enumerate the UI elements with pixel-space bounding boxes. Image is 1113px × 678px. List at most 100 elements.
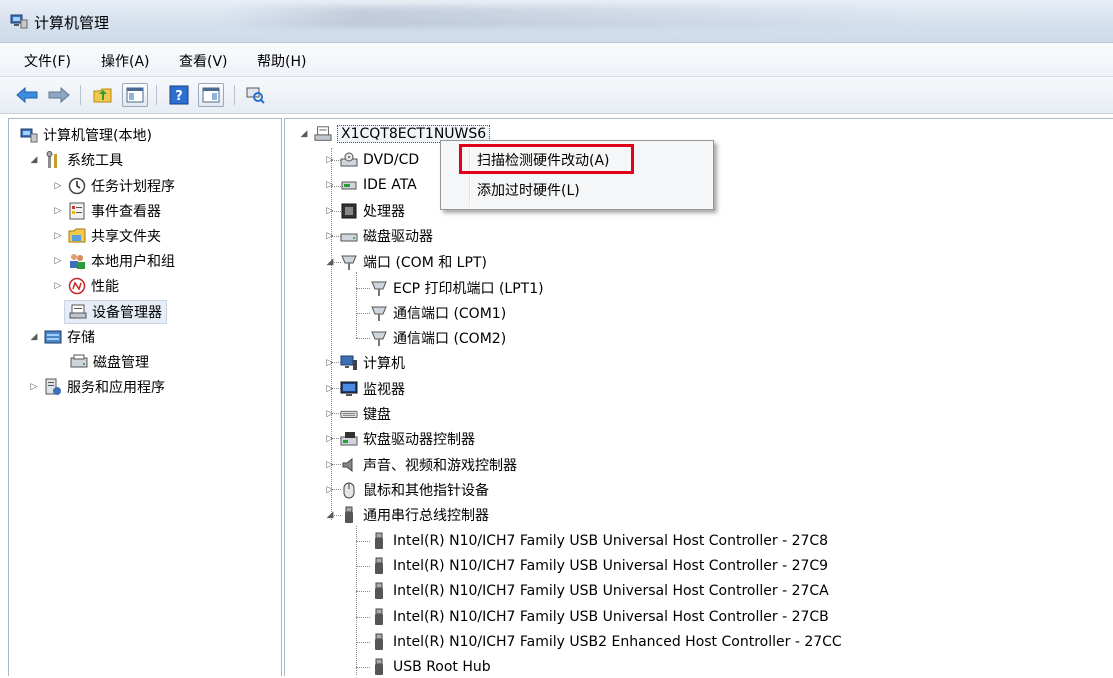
expand-arrow-icon[interactable]: ▷ [324, 408, 336, 420]
tree-item-disk-management[interactable]: 磁盘管理 [70, 351, 149, 373]
device-item-com2[interactable]: 通信端口 (COM2) [370, 327, 506, 349]
computer-icon [340, 354, 358, 372]
tree-item-computer-management[interactable]: 计算机管理(本地) [20, 124, 152, 146]
expand-arrow-icon[interactable]: ▷ [28, 381, 40, 393]
port-icon [340, 253, 358, 271]
tree-item-system-tools[interactable]: ◢ 系统工具 [28, 149, 123, 171]
show-hide-action-pane-icon[interactable] [198, 83, 224, 107]
tools-icon [44, 151, 62, 169]
device-category-computer[interactable]: ▷ 计算机 [324, 352, 405, 374]
device-category-sound[interactable]: ▷ 声音、视频和游戏控制器 [324, 454, 517, 476]
device-category-disk-drives[interactable]: ▷ 磁盘驱动器 [324, 225, 433, 247]
usb-icon [340, 506, 358, 524]
annotation-highlight-box [459, 144, 634, 174]
tree-item-services-apps[interactable]: ▷ 服务和应用程序 [28, 376, 165, 398]
collapse-arrow-icon[interactable]: ◢ [324, 256, 336, 268]
tree-item-performance[interactable]: ▷ 性能 [52, 275, 119, 297]
usb-icon [370, 582, 388, 600]
usb-controller-27c8[interactable]: Intel(R) N10/ICH7 Family USB Universal H… [370, 530, 828, 552]
computer-icon [314, 125, 332, 143]
expand-arrow-icon[interactable]: ▷ [324, 205, 336, 217]
shared-folder-icon [68, 227, 86, 245]
window-title: 计算机管理 [34, 14, 110, 32]
device-category-monitors[interactable]: ▷ 监视器 [324, 378, 405, 400]
tree-item-storage[interactable]: ◢ 存储 [28, 326, 95, 348]
usb-icon [370, 633, 388, 651]
expand-arrow-icon[interactable]: ▷ [52, 205, 64, 217]
usb-icon [370, 608, 388, 626]
keyboard-icon [340, 405, 358, 423]
menu-bar: 文件(F) 操作(A) 查看(V) 帮助(H) [0, 43, 1113, 77]
performance-icon [68, 277, 86, 295]
collapse-arrow-icon[interactable]: ◢ [28, 331, 40, 343]
expand-arrow-icon[interactable]: ▷ [52, 255, 64, 267]
services-icon [44, 378, 62, 396]
menu-view[interactable]: 查看(V) [179, 51, 228, 71]
menu-action[interactable]: 操作(A) [101, 51, 150, 71]
scan-hardware-icon[interactable] [242, 83, 268, 107]
monitor-icon [340, 380, 358, 398]
tree-item-device-manager[interactable]: 设备管理器 [64, 300, 167, 324]
collapse-arrow-icon[interactable]: ◢ [324, 509, 336, 521]
ide-controller-icon [340, 176, 358, 194]
storage-icon [44, 328, 62, 346]
usb-icon [370, 532, 388, 550]
speaker-icon [340, 456, 358, 474]
clock-icon [68, 177, 86, 195]
menu-help[interactable]: 帮助(H) [257, 51, 306, 71]
expand-arrow-icon[interactable]: ▷ [324, 433, 336, 445]
expand-arrow-icon[interactable]: ▷ [52, 180, 64, 192]
tree-item-local-users[interactable]: ▷ 本地用户和组 [52, 250, 175, 272]
toolbar: ? [0, 77, 1113, 114]
usb-controller-27ca[interactable]: Intel(R) N10/ICH7 Family USB Universal H… [370, 580, 829, 602]
tree-item-shared-folders[interactable]: ▷ 共享文件夹 [52, 225, 161, 247]
forward-arrow-icon[interactable] [46, 83, 72, 107]
expand-arrow-icon[interactable]: ▷ [52, 280, 64, 292]
usb-controller-27cc[interactable]: Intel(R) N10/ICH7 Family USB2 Enhanced H… [370, 631, 842, 653]
device-manager-icon [69, 303, 87, 321]
expand-arrow-icon[interactable]: ▷ [52, 230, 64, 242]
device-category-keyboard[interactable]: ▷ 键盘 [324, 403, 391, 425]
help-icon[interactable]: ? [166, 83, 192, 107]
expand-arrow-icon[interactable]: ▷ [324, 459, 336, 471]
up-folder-icon[interactable] [90, 83, 116, 107]
menu-file[interactable]: 文件(F) [24, 51, 71, 71]
expand-arrow-icon[interactable]: ▷ [324, 357, 336, 369]
device-category-floppy[interactable]: ▷ 软盘驱动器控制器 [324, 428, 475, 450]
device-category-dvd[interactable]: ▷ DVD/CD [324, 149, 420, 171]
title-bar: 计算机管理 [0, 0, 1113, 43]
expand-arrow-icon[interactable]: ▷ [324, 154, 336, 166]
device-category-mice[interactable]: ▷ 鼠标和其他指针设备 [324, 479, 489, 501]
device-category-ide[interactable]: ▷ IDE ATA [324, 174, 417, 196]
usb-controller-27cb[interactable]: Intel(R) N10/ICH7 Family USB Universal H… [370, 606, 829, 628]
event-log-icon [68, 202, 86, 220]
usb-icon [370, 658, 388, 676]
disk-drive-icon [340, 227, 358, 245]
tree-item-event-viewer[interactable]: ▷ 事件查看器 [52, 200, 161, 222]
port-icon [370, 304, 388, 322]
port-icon [370, 329, 388, 347]
tree-item-task-scheduler[interactable]: ▷ 任务计划程序 [52, 175, 175, 197]
collapse-arrow-icon[interactable]: ◢ [298, 128, 310, 140]
menu-item-add-legacy-hardware[interactable]: 添加过时硬件(L) [477, 180, 580, 200]
users-group-icon [68, 252, 86, 270]
usb-controller-27c9[interactable]: Intel(R) N10/ICH7 Family USB Universal H… [370, 555, 828, 577]
show-hide-console-tree-icon[interactable] [122, 83, 148, 107]
svg-text:?: ? [175, 89, 183, 104]
expand-arrow-icon[interactable]: ▷ [324, 179, 336, 191]
computer-management-icon [10, 13, 28, 29]
floppy-controller-icon [340, 430, 358, 448]
collapse-arrow-icon[interactable]: ◢ [28, 154, 40, 166]
expand-arrow-icon[interactable]: ▷ [324, 230, 336, 242]
dvd-drive-icon [340, 151, 358, 169]
device-category-processors[interactable]: ▷ 处理器 [324, 200, 405, 222]
back-arrow-icon[interactable] [14, 83, 40, 107]
expand-arrow-icon[interactable]: ▷ [324, 484, 336, 496]
device-category-ports[interactable]: ◢ 端口 (COM 和 LPT) [324, 251, 487, 273]
device-item-com1[interactable]: 通信端口 (COM1) [370, 302, 506, 324]
disk-management-icon [70, 353, 88, 371]
computer-management-icon [20, 126, 38, 144]
expand-arrow-icon[interactable]: ▷ [324, 383, 336, 395]
device-category-usb[interactable]: ◢ 通用串行总线控制器 [324, 504, 489, 526]
device-item-lpt1[interactable]: ECP 打印机端口 (LPT1) [370, 277, 544, 299]
